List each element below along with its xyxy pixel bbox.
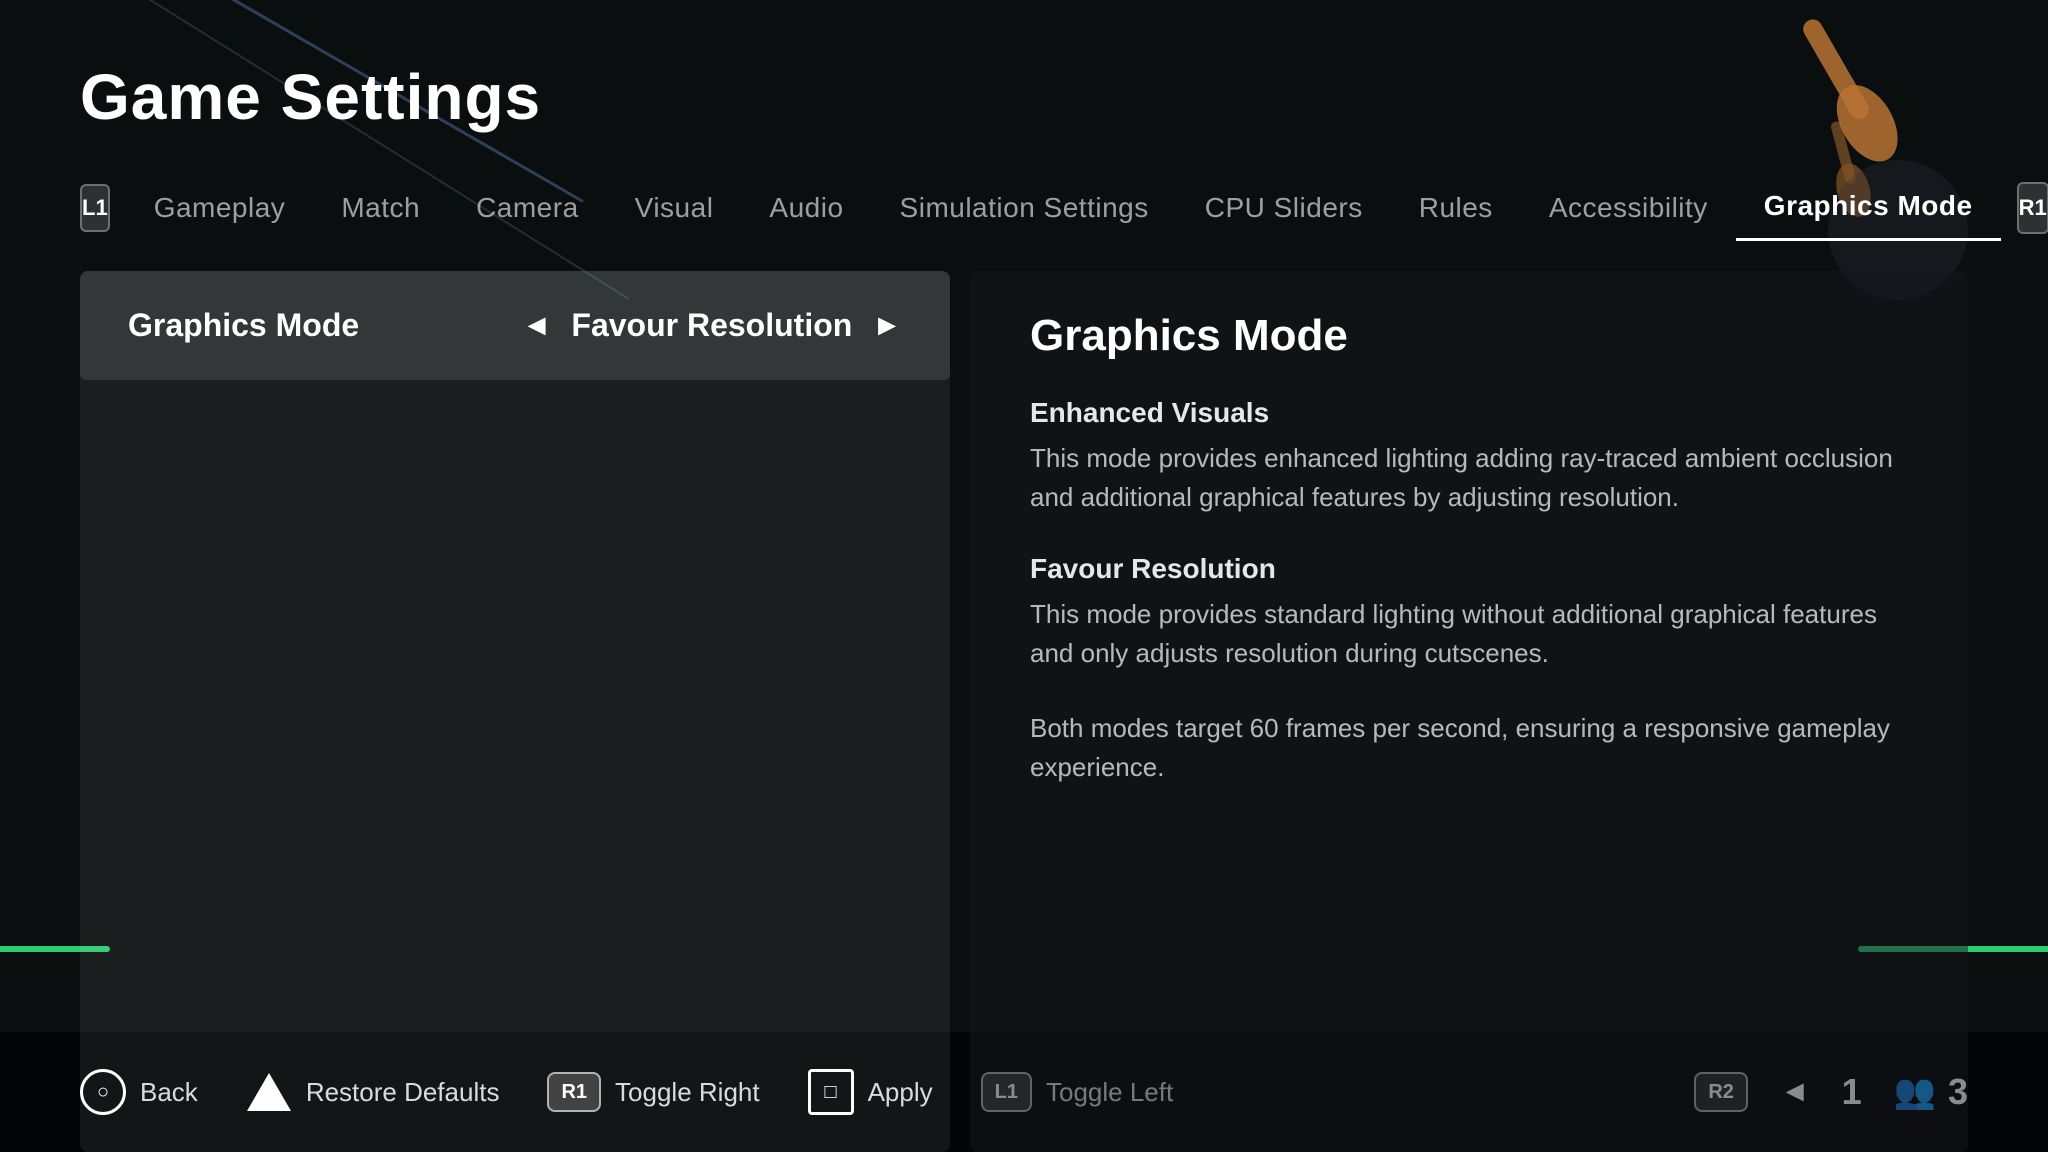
tab-accessibility[interactable]: Accessibility	[1521, 176, 1736, 240]
favour-resolution-text: This mode provides standard lighting wit…	[1030, 595, 1908, 673]
info-panel-title: Graphics Mode	[1030, 311, 1908, 361]
arrow-left-icon[interactable]: ◄	[522, 309, 552, 343]
favour-resolution-section: Favour Resolution This mode provides sta…	[1030, 553, 1908, 673]
enhanced-visuals-section: Enhanced Visuals This mode provides enha…	[1030, 397, 1908, 517]
tab-rules[interactable]: Rules	[1391, 176, 1521, 240]
favour-resolution-title: Favour Resolution	[1030, 553, 1908, 585]
arrow-right-icon[interactable]: ►	[872, 309, 902, 343]
graphics-mode-setting-row[interactable]: Graphics Mode ◄ Favour Resolution ►	[80, 271, 950, 380]
page-title: Game Settings	[80, 60, 1968, 134]
right-panel: Graphics Mode Enhanced Visuals This mode…	[970, 271, 1968, 1152]
tab-camera[interactable]: Camera	[448, 176, 607, 240]
main-content: Graphics Mode ◄ Favour Resolution ► Grap…	[80, 271, 1968, 1152]
tab-match[interactable]: Match	[313, 176, 448, 240]
setting-label: Graphics Mode	[128, 307, 359, 344]
tab-gameplay[interactable]: Gameplay	[126, 176, 314, 240]
enhanced-visuals-title: Enhanced Visuals	[1030, 397, 1908, 429]
r1-tab-badge[interactable]: R1	[2017, 182, 2048, 234]
l1-tab-badge[interactable]: L1	[80, 184, 110, 232]
page-container: Game Settings L1 Gameplay Match Camera V…	[0, 0, 2048, 1152]
tab-simulation-settings[interactable]: Simulation Settings	[872, 176, 1177, 240]
left-panel: Graphics Mode ◄ Favour Resolution ►	[80, 271, 950, 1152]
tab-bar: L1 Gameplay Match Camera Visual Audio Si…	[80, 174, 1968, 241]
tab-cpu-sliders[interactable]: CPU Sliders	[1177, 176, 1391, 240]
tab-visual[interactable]: Visual	[607, 176, 742, 240]
tab-audio[interactable]: Audio	[741, 176, 871, 240]
enhanced-visuals-text: This mode provides enhanced lighting add…	[1030, 439, 1908, 517]
setting-value-control: ◄ Favour Resolution ►	[522, 307, 902, 344]
info-footer-text: Both modes target 60 frames per second, …	[1030, 709, 1908, 787]
tab-graphics-mode[interactable]: Graphics Mode	[1736, 174, 2001, 241]
setting-value: Favour Resolution	[571, 307, 852, 344]
